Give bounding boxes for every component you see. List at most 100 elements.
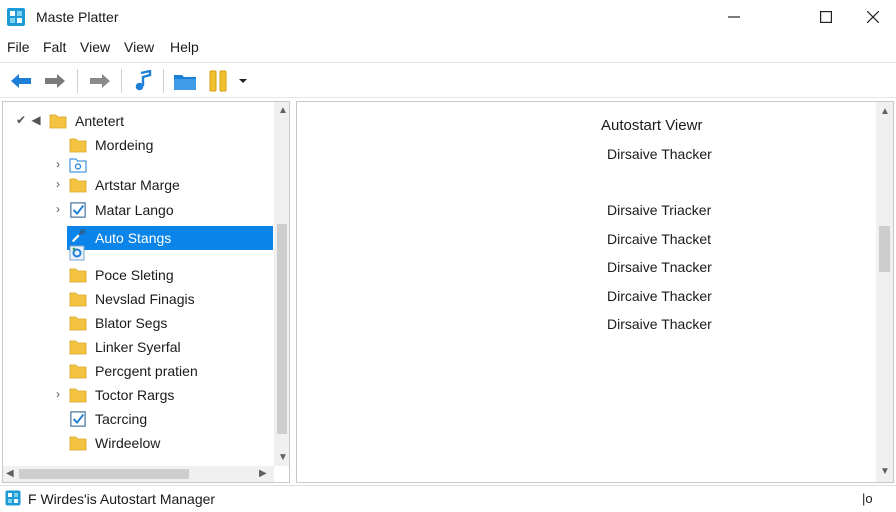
tree-item-label: Matar Lango bbox=[95, 202, 174, 218]
folder-button[interactable] bbox=[172, 69, 198, 93]
status-text: F Wirdes'is Autostart Manager bbox=[28, 491, 216, 507]
menu-file[interactable]: File bbox=[7, 39, 30, 55]
status-bar: F Wirdes'is Autostart Manager |o bbox=[0, 485, 896, 512]
window-title: Maste Platter bbox=[36, 9, 119, 25]
tree-item-label: Wirdeelow bbox=[95, 435, 161, 451]
tree-item[interactable]: › Toctor Rargs bbox=[3, 384, 273, 406]
folder-icon bbox=[69, 340, 87, 355]
scroll-thumb[interactable] bbox=[277, 224, 287, 434]
tree-item[interactable]: › Matar Lango bbox=[3, 199, 273, 221]
tree-item-label: Nevslad Finagis bbox=[95, 291, 195, 307]
menu-view[interactable]: View bbox=[80, 39, 110, 55]
tree-item[interactable]: Tacrcing bbox=[3, 408, 273, 430]
folder-icon bbox=[69, 178, 87, 193]
folder-icon bbox=[49, 114, 67, 129]
viewer-list-item[interactable]: Dirsaive Thacker bbox=[607, 316, 712, 332]
redo-button[interactable] bbox=[87, 69, 113, 93]
scroll-thumb[interactable] bbox=[879, 226, 890, 272]
tree-item[interactable]: Nevslad Finagis bbox=[3, 288, 273, 310]
app-tile-icon bbox=[7, 8, 25, 26]
menu-bar: File Falt View View Help bbox=[0, 36, 896, 58]
viewer-title: Autostart Viewr bbox=[601, 117, 703, 134]
viewer-list-item[interactable]: Dirsaive Thacker bbox=[607, 146, 712, 162]
viewer-list-item[interactable]: Dircaive Thacket bbox=[607, 231, 711, 247]
menu-help[interactable]: Help bbox=[170, 39, 199, 55]
tree-item[interactable]: Mordeing bbox=[3, 134, 273, 156]
music-note-icon bbox=[135, 70, 152, 91]
back-arrow-icon bbox=[11, 74, 31, 88]
tree-item-label: Linker Syerfal bbox=[95, 339, 181, 355]
scroll-up-icon[interactable]: ▲ bbox=[880, 106, 890, 117]
tree-item[interactable]: Linker Syerfal bbox=[3, 336, 273, 358]
close-icon bbox=[867, 11, 879, 23]
tree-item[interactable]: › bbox=[3, 154, 273, 176]
scroll-down-icon[interactable]: ▼ bbox=[880, 466, 890, 477]
tree-item[interactable] bbox=[3, 242, 273, 264]
autostart-viewer-pane[interactable]: Autostart Viewr Dirsaive Thacker Dirsaiv… bbox=[296, 101, 894, 483]
viewer-vertical-scrollbar[interactable]: ▲ ▼ bbox=[876, 102, 893, 482]
scroll-thumb[interactable] bbox=[19, 469, 189, 479]
folder-icon bbox=[69, 268, 87, 283]
toolbar bbox=[0, 62, 896, 98]
tree-vertical-scrollbar[interactable]: ▲ ▼ bbox=[274, 102, 289, 466]
folder-search-icon bbox=[69, 158, 87, 173]
tree-root[interactable]: ✔ ◀ Antetert bbox=[3, 110, 273, 132]
viewer-list-item[interactable]: Dirsaive Tnacker bbox=[607, 259, 712, 275]
folder-icon bbox=[69, 292, 87, 307]
close-button[interactable] bbox=[850, 0, 896, 34]
expand-chevron-icon[interactable]: › bbox=[52, 202, 64, 216]
scroll-right-icon[interactable]: ▶ bbox=[259, 468, 267, 479]
scroll-down-icon[interactable]: ▼ bbox=[278, 452, 288, 463]
maximize-button[interactable] bbox=[803, 0, 849, 34]
toolbar-separator bbox=[121, 69, 122, 93]
folder-icon bbox=[69, 316, 87, 331]
menu-falt[interactable]: Falt bbox=[43, 39, 66, 55]
pause-button[interactable] bbox=[206, 69, 230, 93]
folder-icon bbox=[69, 436, 87, 451]
tree-item[interactable]: Wirdeelow bbox=[3, 432, 273, 454]
tree-item-label: Toctor Rargs bbox=[95, 387, 175, 403]
viewer-list-item[interactable]: Dircaive Thacker bbox=[607, 288, 712, 304]
back-button[interactable] bbox=[8, 69, 34, 93]
title-bar[interactable]: Maste Platter bbox=[0, 0, 896, 34]
tree-horizontal-scrollbar[interactable]: ◀ ▶ bbox=[3, 466, 274, 482]
tree-item[interactable]: › Artstar Marge bbox=[3, 174, 273, 196]
toolbar-dropdown[interactable] bbox=[235, 69, 251, 93]
menu-view-2[interactable]: View bbox=[124, 39, 154, 55]
forward-button[interactable] bbox=[42, 69, 68, 93]
expand-chevron-icon[interactable]: › bbox=[52, 387, 64, 401]
tree-item[interactable]: Percgent pratien bbox=[3, 360, 273, 382]
tree-item-label: Tacrcing bbox=[95, 411, 148, 427]
scroll-left-icon[interactable]: ◀ bbox=[6, 468, 14, 479]
tree-item-label: Artstar Marge bbox=[95, 177, 180, 193]
tree-pane[interactable]: ✔ ◀ Antetert Mordeing › › Artstar Marge … bbox=[2, 101, 290, 483]
folder-icon bbox=[69, 138, 87, 153]
minimize-button[interactable] bbox=[711, 0, 757, 34]
scroll-up-icon[interactable]: ▲ bbox=[278, 105, 288, 116]
gear-icon bbox=[69, 245, 85, 261]
checkbox-icon bbox=[70, 202, 86, 218]
redo-arrow-icon bbox=[90, 74, 110, 88]
tree-item[interactable]: Blator Segs bbox=[3, 312, 273, 334]
dropdown-caret-icon bbox=[239, 79, 247, 83]
folder-icon bbox=[69, 388, 87, 403]
tree-item-label: Mordeing bbox=[95, 137, 154, 153]
toolbar-separator bbox=[163, 69, 164, 93]
tree-item-label: Percgent pratien bbox=[95, 363, 198, 379]
app-tile-icon bbox=[5, 490, 21, 506]
tree-item-label: Blator Segs bbox=[95, 315, 168, 331]
expand-chevron-icon[interactable]: › bbox=[52, 177, 64, 191]
tree-root-label: Antetert bbox=[75, 113, 125, 129]
tree-item[interactable]: Poce Sleting bbox=[3, 264, 273, 286]
collapse-caret-icon[interactable]: ◀ bbox=[30, 113, 42, 127]
expand-chevron-icon[interactable]: › bbox=[52, 157, 64, 171]
music-button[interactable] bbox=[131, 69, 155, 93]
viewer-list-item[interactable]: Dirsaive Triacker bbox=[607, 202, 711, 218]
folder-icon bbox=[69, 364, 87, 379]
minimize-icon bbox=[728, 16, 740, 18]
maximize-icon bbox=[820, 11, 832, 23]
forward-arrow-icon bbox=[45, 74, 65, 88]
toolbar-separator bbox=[77, 69, 78, 93]
check-mark-icon: ✔ bbox=[15, 113, 27, 127]
checkbox-icon bbox=[70, 411, 86, 427]
